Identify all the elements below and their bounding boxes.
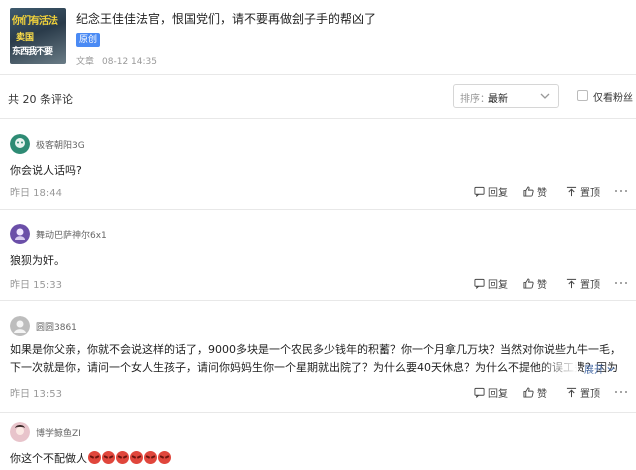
article-meta: 文章 08-12 14:35 xyxy=(76,54,157,67)
like-label: 赞 xyxy=(537,388,547,400)
reply-button[interactable]: 回复 xyxy=(474,385,508,400)
comment-item: 博学鲸鱼ZI 你这个不配做人 xyxy=(0,420,636,470)
thumbs-up-icon xyxy=(523,277,534,289)
pin-top-button[interactable]: 置顶 xyxy=(566,184,600,199)
expand-link[interactable]: 展开 xyxy=(584,361,615,376)
sort-dropdown[interactable]: 排序： 最新 xyxy=(453,84,559,108)
checkbox-box[interactable] xyxy=(577,90,588,101)
article-header: 你们有活法 卖国 东西我不要 纪念王佳佳法官，恨国党们，请不要再做刽子手的帮凶了… xyxy=(10,8,626,68)
pin-top-icon xyxy=(566,278,577,288)
article-title[interactable]: 纪念王佳佳法官，恨国党们，请不要再做刽子手的帮凶了 xyxy=(76,10,376,27)
more-options-icon[interactable] xyxy=(614,277,628,289)
like-label: 赞 xyxy=(537,279,547,291)
text-fade-overlay xyxy=(538,359,578,377)
reply-button[interactable]: 回复 xyxy=(474,276,508,291)
expand-label: 展开 xyxy=(584,365,604,376)
divider xyxy=(0,209,636,210)
pin-top-button[interactable]: 置顶 xyxy=(566,385,600,400)
fans-only-label: 仅看粉丝 xyxy=(593,93,633,104)
avatar[interactable] xyxy=(10,134,30,154)
angry-emoji-icon xyxy=(116,451,129,464)
pin-top-label: 置顶 xyxy=(580,279,600,291)
avatar-image-icon xyxy=(10,134,30,154)
pin-top-button[interactable]: 置顶 xyxy=(566,276,600,291)
comment-username[interactable]: 极客朝阳3G xyxy=(36,138,85,151)
comment-username[interactable]: 舞动巴萨神尔6x1 xyxy=(36,228,107,241)
like-label: 赞 xyxy=(537,187,547,199)
angry-emoji-icon xyxy=(88,451,101,464)
sort-value: 最新 xyxy=(488,94,508,105)
comment-username[interactable]: 博学鲸鱼ZI xyxy=(36,426,81,439)
comment-username[interactable]: 圆圆3861 xyxy=(36,320,77,333)
reply-icon xyxy=(474,186,485,197)
avatar-image-icon xyxy=(10,422,30,442)
original-badge: 原创 xyxy=(76,33,101,47)
article-date: 08-12 14:35 xyxy=(102,57,157,67)
divider xyxy=(0,118,636,119)
comment-text: 狼狈为奸。 xyxy=(10,254,65,267)
avatar-image-icon xyxy=(10,316,30,336)
divider xyxy=(0,412,636,413)
chevron-down-icon xyxy=(607,367,615,372)
comment-text: 你这个不配做人 xyxy=(10,450,171,466)
reply-label: 回复 xyxy=(488,187,508,199)
comment-time: 昨日 13:53 xyxy=(10,389,62,400)
divider xyxy=(0,300,636,301)
comment-text: 你会说人话吗? xyxy=(10,164,82,177)
pin-top-icon xyxy=(566,186,577,196)
pin-top-label: 置顶 xyxy=(580,187,600,199)
pin-top-label: 置顶 xyxy=(580,388,600,400)
pin-top-icon xyxy=(566,387,577,397)
like-button[interactable]: 赞 xyxy=(523,184,547,199)
comment-item: 舞动巴萨神尔6x1 狼狈为奸。 昨日 15:33 回复 赞 置顶 xyxy=(0,220,636,294)
article-thumbnail[interactable]: 你们有活法 卖国 东西我不要 xyxy=(10,8,66,64)
reply-icon xyxy=(474,387,485,398)
avatar[interactable] xyxy=(10,422,30,442)
thumbnail-caption-2: 卖国 xyxy=(16,33,35,43)
like-button[interactable]: 赞 xyxy=(523,385,547,400)
avatar-image-icon xyxy=(10,224,30,244)
thumbs-up-icon xyxy=(523,386,534,398)
avatar[interactable] xyxy=(10,224,30,244)
comment-text-body: 你这个不配做人 xyxy=(10,452,87,465)
comment-time: 昨日 15:33 xyxy=(10,280,62,291)
reply-label: 回复 xyxy=(488,388,508,400)
comment-text: 如果是你父亲，你就不会说这样的话了，9000多块是一个农民多少钱年的积蓄？你一个… xyxy=(10,343,621,374)
fans-only-checkbox[interactable]: 仅看粉丝 xyxy=(577,88,633,104)
chevron-down-icon xyxy=(540,93,550,99)
divider xyxy=(0,74,636,75)
angry-emoji-icon xyxy=(130,451,143,464)
more-options-icon[interactable] xyxy=(614,386,628,398)
comment-item: 极客朝阳3G 你会说人话吗? 昨日 18:44 回复 赞 置顶 xyxy=(0,130,636,204)
angry-emoji-icon xyxy=(144,451,157,464)
thumbnail-caption-3: 东西我不要 xyxy=(12,47,53,57)
reply-icon xyxy=(474,278,485,289)
like-button[interactable]: 赞 xyxy=(523,276,547,291)
comment-item: 圆圆3861 如果是你父亲，你就不会说这样的话了，9000多块是一个农民多少钱年… xyxy=(0,312,636,408)
article-source: 文章 xyxy=(76,57,95,67)
reply-button[interactable]: 回复 xyxy=(474,184,508,199)
thumbs-up-icon xyxy=(523,185,534,197)
angry-emoji-icon xyxy=(102,451,115,464)
angry-emoji-icon xyxy=(158,451,171,464)
thumbnail-caption-1: 你们有活法 xyxy=(12,16,58,27)
reply-label: 回复 xyxy=(488,279,508,291)
avatar[interactable] xyxy=(10,316,30,336)
comment-count: 共 20 条评论 xyxy=(8,93,73,106)
sort-label: 排序： xyxy=(460,94,490,105)
comment-time: 昨日 18:44 xyxy=(10,188,62,199)
more-options-icon[interactable] xyxy=(614,185,628,197)
